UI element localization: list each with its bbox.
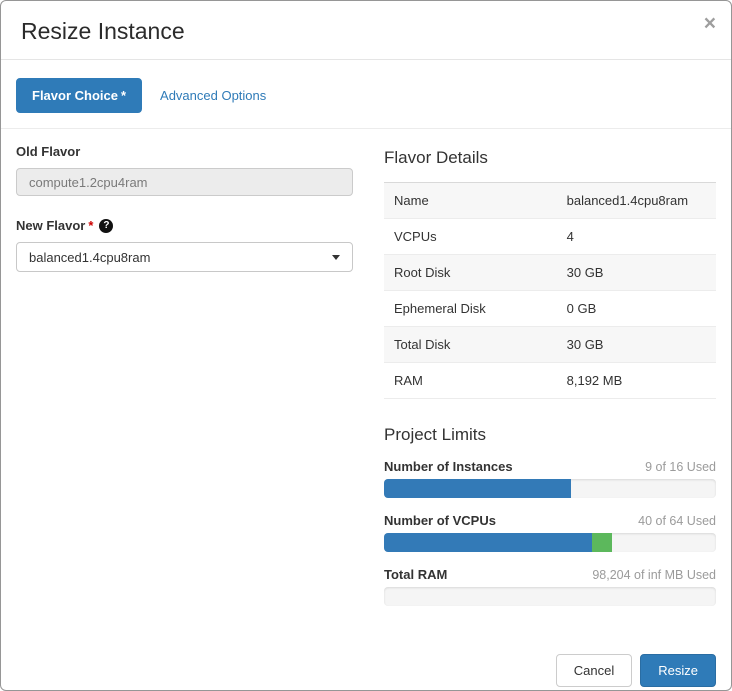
detail-label: RAM [384, 363, 557, 399]
project-limits-heading: Project Limits [384, 425, 716, 445]
progress-bar-instances [384, 479, 716, 498]
flavor-form-column: Old Flavor New Flavor * ? balanced1.4cpu… [16, 144, 353, 621]
close-icon[interactable]: × [704, 13, 716, 34]
detail-value: 30 GB [557, 255, 716, 291]
tab-flavor-choice[interactable]: Flavor Choice* [16, 78, 142, 113]
detail-value: 8,192 MB [557, 363, 716, 399]
tab-flavor-choice-label: Flavor Choice [32, 88, 118, 103]
quota-instances-label: Number of Instances [384, 459, 513, 474]
help-icon[interactable]: ? [99, 219, 113, 233]
new-flavor-label: New Flavor * ? [16, 218, 353, 233]
quota-instances-usage: 9 of 16 Used [645, 460, 716, 474]
required-asterisk: * [88, 218, 93, 233]
modal-body: Old Flavor New Flavor * ? balanced1.4cpu… [1, 129, 731, 641]
modal-footer: Cancel Resize [1, 641, 731, 691]
detail-label: Total Disk [384, 327, 557, 363]
old-flavor-label-text: Old Flavor [16, 144, 80, 159]
progress-fill-added [592, 533, 613, 552]
tab-advanced-options[interactable]: Advanced Options [160, 88, 266, 103]
flavor-details-column: Flavor Details Name balanced1.4cpu8ram V… [384, 144, 716, 621]
tab-bar: Flavor Choice* Advanced Options [1, 60, 731, 129]
quota-instances: Number of Instances 9 of 16 Used [384, 459, 716, 498]
detail-value: 30 GB [557, 327, 716, 363]
progress-bar-ram [384, 587, 716, 606]
detail-value: 0 GB [557, 291, 716, 327]
chevron-down-icon [332, 255, 340, 260]
detail-label: Name [384, 183, 557, 219]
table-row: Name balanced1.4cpu8ram [384, 183, 716, 219]
quota-ram-head: Total RAM 98,204 of inf MB Used [384, 567, 716, 582]
detail-label: VCPUs [384, 219, 557, 255]
quota-ram-usage: 98,204 of inf MB Used [592, 568, 716, 582]
progress-fill-used [384, 479, 571, 498]
quota-ram: Total RAM 98,204 of inf MB Used [384, 567, 716, 606]
modal-header: Resize Instance × [1, 1, 731, 60]
detail-label: Ephemeral Disk [384, 291, 557, 327]
detail-value: 4 [557, 219, 716, 255]
detail-label: Root Disk [384, 255, 557, 291]
table-row: Root Disk 30 GB [384, 255, 716, 291]
new-flavor-label-text: New Flavor [16, 218, 85, 233]
quota-vcpus: Number of VCPUs 40 of 64 Used [384, 513, 716, 552]
quota-vcpus-usage: 40 of 64 Used [638, 514, 716, 528]
required-asterisk: * [121, 88, 126, 103]
resize-instance-modal: Resize Instance × Flavor Choice* Advance… [0, 0, 732, 691]
resize-button[interactable]: Resize [640, 654, 716, 687]
quota-vcpus-head: Number of VCPUs 40 of 64 Used [384, 513, 716, 528]
old-flavor-input [16, 168, 353, 196]
flavor-details-table: Name balanced1.4cpu8ram VCPUs 4 Root Dis… [384, 182, 716, 399]
old-flavor-label: Old Flavor [16, 144, 353, 159]
quota-vcpus-label: Number of VCPUs [384, 513, 496, 528]
new-flavor-select[interactable]: balanced1.4cpu8ram [16, 242, 353, 272]
new-flavor-selected-value: balanced1.4cpu8ram [29, 250, 150, 265]
table-row: RAM 8,192 MB [384, 363, 716, 399]
flavor-details-heading: Flavor Details [384, 148, 716, 168]
cancel-button[interactable]: Cancel [556, 654, 632, 687]
quota-ram-label: Total RAM [384, 567, 447, 582]
detail-value: balanced1.4cpu8ram [557, 183, 716, 219]
table-row: Ephemeral Disk 0 GB [384, 291, 716, 327]
quota-instances-head: Number of Instances 9 of 16 Used [384, 459, 716, 474]
page-title: Resize Instance [21, 16, 711, 46]
progress-fill-used [384, 533, 592, 552]
progress-bar-vcpus [384, 533, 716, 552]
table-row: Total Disk 30 GB [384, 327, 716, 363]
table-row: VCPUs 4 [384, 219, 716, 255]
